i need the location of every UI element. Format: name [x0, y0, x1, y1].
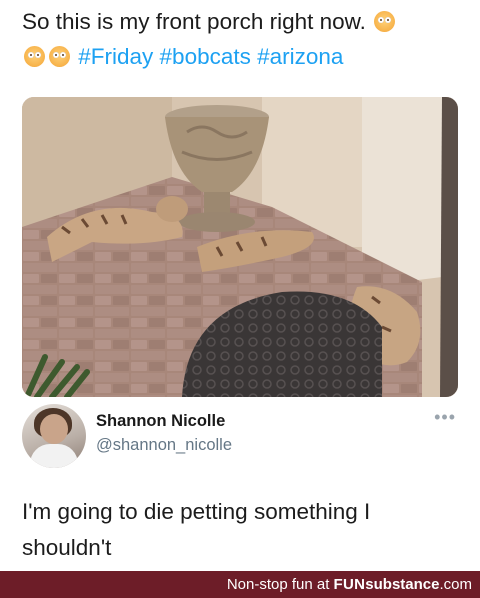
footer-brand-domain: .com	[439, 576, 472, 593]
footer-brand-fun: FUN	[333, 576, 366, 593]
more-options-icon[interactable]: •••	[434, 408, 456, 426]
tweet-headline: So this is my front porch right now.	[22, 9, 366, 34]
author-row: Shannon Nicolle @shannon_nicolle •••	[22, 404, 458, 470]
footer-text: Non-stop fun at FUNsubstance.com	[227, 576, 472, 593]
avatar-shirt	[30, 444, 78, 468]
flushed-face-icon	[374, 11, 396, 32]
footer-prefix: Non-stop fun at	[226, 576, 330, 593]
tweet-photo[interactable]	[22, 97, 458, 397]
footer-brand-substance: substance	[365, 576, 440, 593]
avatar[interactable]	[22, 404, 86, 468]
site-footer-banner[interactable]: Non-stop fun at FUNsubstance.com	[0, 571, 480, 598]
bobcat-porch-illustration	[22, 97, 458, 397]
reply-text: I'm going to die petting something I sho…	[22, 499, 371, 560]
avatar-face	[40, 414, 68, 444]
author-name[interactable]: Shannon Nicolle	[96, 412, 225, 431]
hashtag-links[interactable]: #Friday #bobcats #arizona	[78, 44, 343, 69]
tweet-headline-block: So this is my front porch right now. #Fr…	[22, 4, 462, 74]
flushed-face-icon	[24, 46, 45, 67]
flushed-face-icon	[49, 46, 70, 67]
author-handle[interactable]: @shannon_nicolle	[96, 436, 232, 455]
